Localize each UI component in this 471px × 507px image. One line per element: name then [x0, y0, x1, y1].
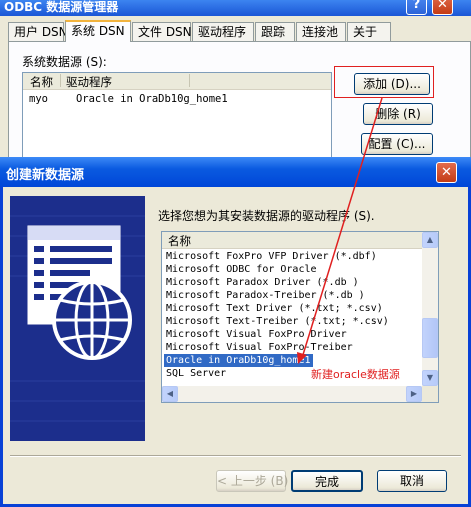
back-button[interactable]: < 上一步 (B): [216, 470, 288, 492]
finish-button[interactable]: 完成: [291, 470, 363, 492]
cancel-button[interactable]: 取消: [377, 470, 447, 492]
annotation-label: 新建oracle数据源: [311, 368, 400, 381]
divider: [10, 455, 461, 457]
tab-system-dsn[interactable]: 系统 DSN: [65, 20, 131, 42]
annotation-arrow-icon: [297, 97, 383, 364]
